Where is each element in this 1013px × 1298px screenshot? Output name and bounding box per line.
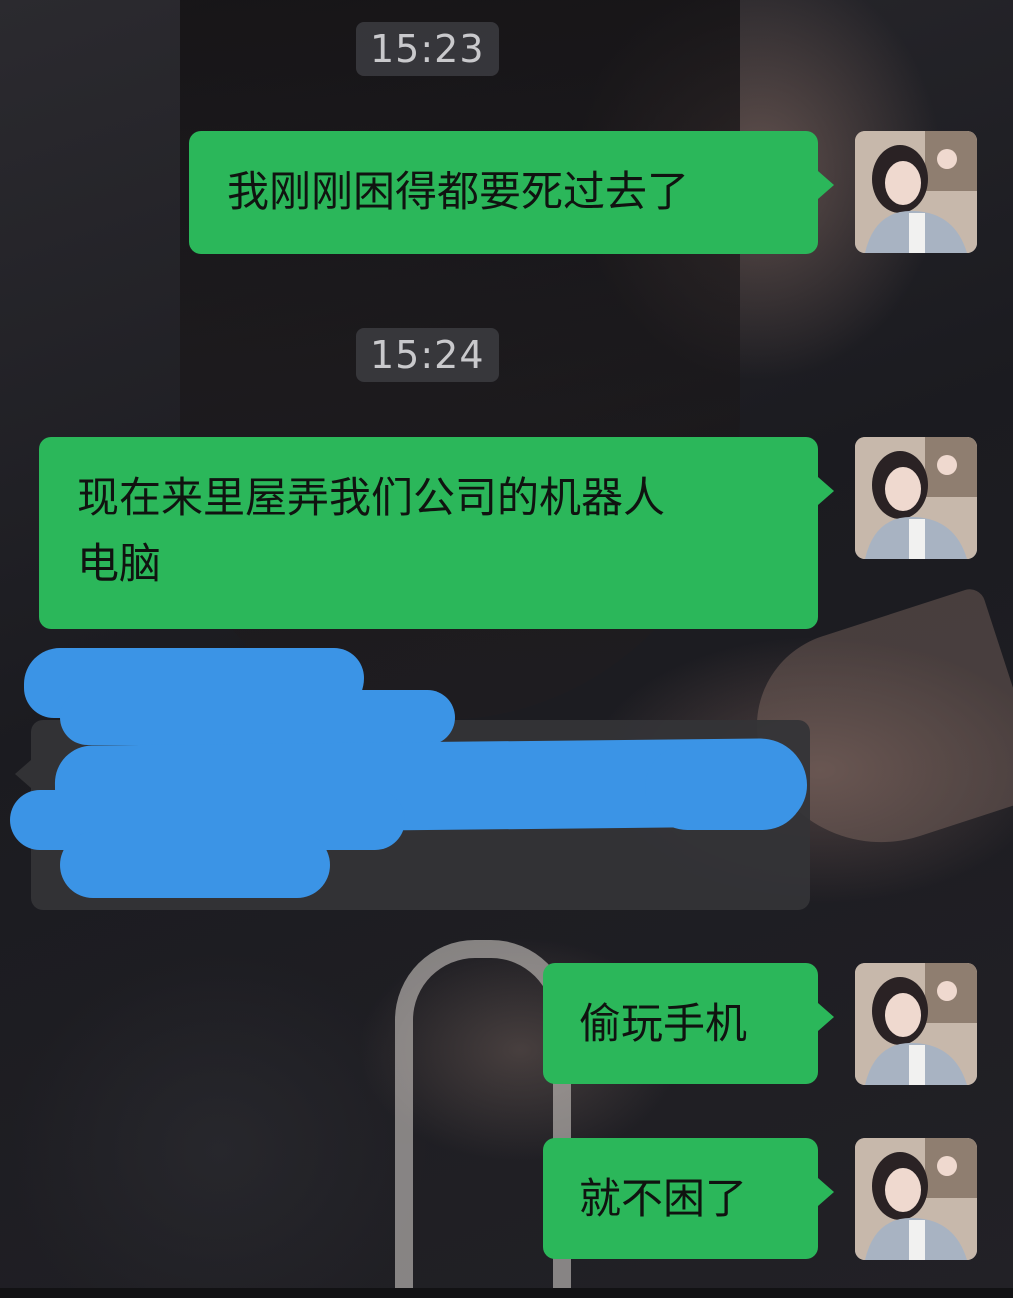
message-bubble-sent[interactable]: 就不困了	[543, 1138, 834, 1259]
user-avatar-icon[interactable]	[855, 963, 977, 1085]
user-avatar-icon[interactable]	[855, 1138, 977, 1260]
bottom-edge	[0, 1288, 1013, 1298]
message-bubble-sent[interactable]: 现在来里屋弄我们公司的机器人 电脑	[39, 437, 834, 629]
user-avatar-icon[interactable]	[855, 437, 977, 559]
redaction-scribble	[645, 745, 805, 830]
redaction-scribble	[60, 690, 455, 745]
timestamp: 15:24	[356, 328, 499, 382]
user-avatar-icon[interactable]	[855, 131, 977, 253]
timestamp: 15:23	[356, 22, 499, 76]
message-bubble-sent[interactable]: 我刚刚困得都要死过去了	[189, 131, 834, 254]
message-bubble-sent[interactable]: 偷玩手机	[543, 963, 834, 1084]
redaction-scribble	[60, 832, 330, 898]
